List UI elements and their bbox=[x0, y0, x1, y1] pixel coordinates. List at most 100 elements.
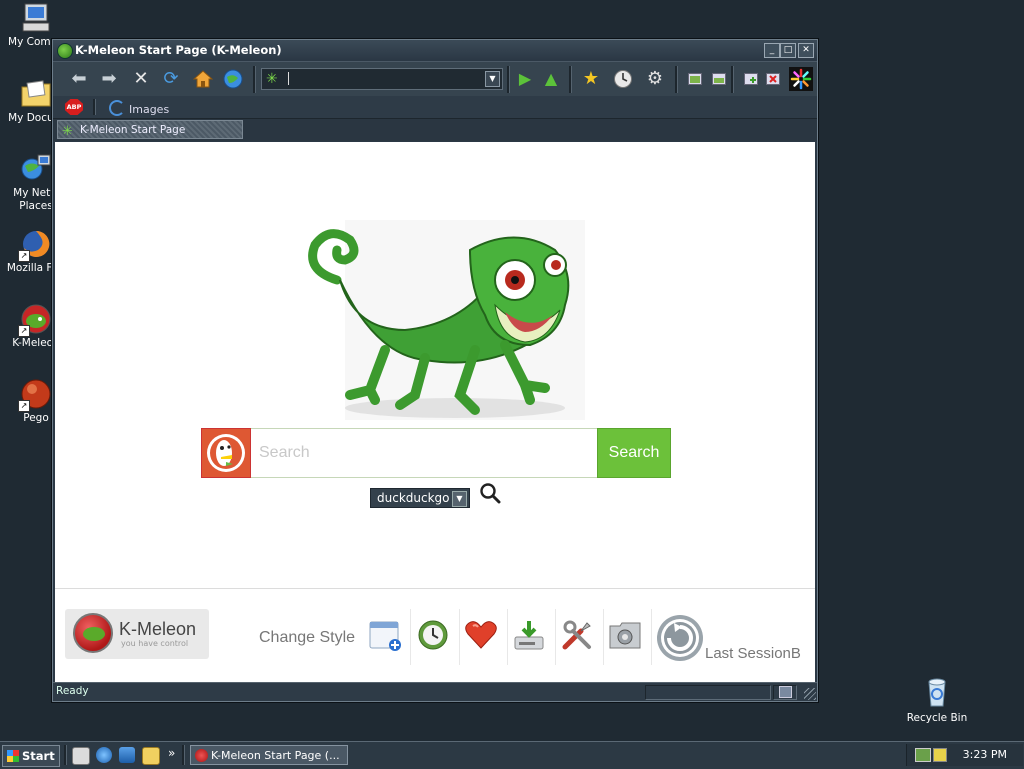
images-link-label: Images bbox=[129, 103, 170, 116]
windows-logo-icon bbox=[7, 750, 19, 762]
clock[interactable]: 3:23 PM bbox=[963, 748, 1007, 761]
footer-separator bbox=[459, 609, 460, 665]
task-title: K-Meleon Start Page (... bbox=[211, 749, 340, 762]
stop-button[interactable]: ✕ bbox=[129, 67, 153, 91]
toolbar-separator bbox=[253, 66, 256, 93]
new-tab-button[interactable] bbox=[707, 67, 731, 91]
search-input[interactable] bbox=[251, 428, 599, 478]
url-bar[interactable]: ✳ ▼ bbox=[261, 68, 503, 90]
maximize-button[interactable]: □ bbox=[780, 43, 796, 58]
toolbar-separator bbox=[731, 66, 734, 93]
kmeleon-task-icon bbox=[195, 749, 208, 762]
throbber-starburst-icon bbox=[790, 68, 812, 90]
resize-grip-icon[interactable] bbox=[804, 688, 816, 700]
footer-separator bbox=[603, 609, 604, 665]
go-button[interactable]: ▶ bbox=[513, 67, 537, 91]
preferences-button[interactable]: ⚙ bbox=[643, 67, 667, 91]
desktop-icon-label: Recycle Bin bbox=[906, 712, 968, 724]
history-button[interactable] bbox=[611, 67, 635, 91]
title-bar[interactable]: K-Meleon Start Page (K-Meleon) _ □ ✕ bbox=[53, 40, 817, 60]
back-button[interactable]: ⬅ bbox=[67, 67, 91, 91]
bookmarks-button[interactable]: ★ bbox=[579, 67, 603, 91]
link-bar-separator bbox=[93, 99, 96, 115]
close-tab-button[interactable] bbox=[761, 67, 785, 91]
new-window-shortcut-icon[interactable] bbox=[367, 617, 403, 653]
kmeleon-brand-logo: K-Meleon you have control bbox=[65, 609, 209, 659]
chameleon-mascot-image bbox=[308, 220, 585, 420]
taskbar: Start » K-Meleon Start Page (... 3:23 PM bbox=[0, 741, 1024, 769]
outlook-express-icon[interactable] bbox=[119, 747, 135, 763]
footer-separator bbox=[410, 609, 411, 665]
network-tray-icon[interactable] bbox=[915, 748, 931, 762]
adblock-plus-button[interactable]: ABP bbox=[65, 99, 83, 115]
homepage-globe-button[interactable] bbox=[221, 67, 245, 91]
security-tray-icon[interactable] bbox=[933, 748, 947, 762]
system-tray: 3:23 PM bbox=[906, 744, 1023, 766]
status-bar: Ready bbox=[53, 682, 817, 701]
change-style-link[interactable]: Change Style bbox=[259, 629, 355, 647]
search-files-icon[interactable] bbox=[142, 747, 160, 765]
quicklaunch-overflow-button[interactable]: » bbox=[168, 746, 175, 760]
window-icon bbox=[688, 73, 702, 85]
toolbar-separator bbox=[507, 66, 510, 93]
start-label: Start bbox=[22, 749, 55, 763]
tab-window-icon bbox=[712, 73, 726, 85]
search-button[interactable]: Search bbox=[597, 428, 671, 478]
browser-window: K-Meleon Start Page (K-Meleon) _ □ ✕ ⬅ ➡… bbox=[52, 39, 818, 702]
start-button[interactable]: Start bbox=[2, 745, 60, 767]
desktop-icon-recycle-bin[interactable]: Recycle Bin bbox=[902, 676, 972, 724]
new-window-button[interactable] bbox=[683, 67, 707, 91]
show-desktop-icon[interactable] bbox=[72, 747, 90, 765]
up-level-button[interactable]: ▲ bbox=[539, 67, 563, 91]
reload-button[interactable]: ⟳ bbox=[159, 67, 183, 91]
taskbar-separator bbox=[64, 745, 67, 765]
tab-bar: ✳ K-Meleon Start Page bbox=[53, 119, 817, 141]
window-plus-icon bbox=[744, 73, 758, 85]
minimize-button[interactable]: _ bbox=[764, 43, 780, 58]
internet-explorer-icon[interactable] bbox=[96, 747, 112, 763]
close-window-button[interactable]: ✕ bbox=[798, 43, 814, 58]
window-title: K-Meleon Start Page (K-Meleon) bbox=[75, 43, 282, 57]
url-history-dropdown-button[interactable]: ▼ bbox=[485, 71, 500, 87]
images-link[interactable]: Images bbox=[109, 100, 169, 116]
status-pane bbox=[645, 685, 771, 700]
history-shortcut-icon[interactable] bbox=[415, 617, 451, 653]
recycle-bin-icon bbox=[921, 676, 953, 708]
navigation-toolbar: ⬅ ➡ ✕ ⟳ ✳ ▼ ▶ ▲ ★ ⚙ bbox=[53, 61, 817, 97]
popup-blocker-icon[interactable] bbox=[779, 686, 792, 698]
duplicate-tab-button[interactable] bbox=[739, 67, 763, 91]
text-cursor bbox=[288, 72, 289, 85]
clock-icon bbox=[614, 70, 632, 88]
shortcut-arrow-icon: ↗ bbox=[18, 250, 30, 262]
kmeleon-ball-icon bbox=[73, 613, 113, 653]
computer-icon bbox=[20, 2, 52, 34]
last-session-link[interactable]: Last SessionB bbox=[705, 645, 801, 662]
home-icon bbox=[192, 70, 214, 88]
settings-folder-shortcut-icon[interactable] bbox=[607, 617, 643, 653]
tab-kmeleon-start-page[interactable]: ✳ K-Meleon Start Page bbox=[57, 120, 243, 139]
last-session-restore-icon[interactable] bbox=[655, 613, 705, 663]
loading-throbber-icon: ✳ bbox=[266, 71, 278, 87]
brand-name: K-Meleon bbox=[119, 619, 197, 639]
firefox-icon: ↗ bbox=[18, 228, 52, 262]
start-page-footer: K-Meleon you have control Change Style L… bbox=[55, 589, 815, 688]
taskbar-kmeleon-window[interactable]: K-Meleon Start Page (... bbox=[190, 745, 348, 765]
magnifier-icon[interactable] bbox=[479, 482, 501, 504]
network-places-icon bbox=[20, 153, 52, 185]
documents-folder-icon bbox=[20, 78, 52, 110]
downloads-shortcut-icon[interactable] bbox=[511, 617, 547, 653]
tools-shortcut-icon[interactable] bbox=[559, 617, 595, 653]
footer-separator bbox=[507, 609, 508, 665]
globe-icon bbox=[223, 69, 243, 89]
forward-button[interactable]: ➡ bbox=[97, 67, 121, 91]
home-button[interactable] bbox=[191, 67, 215, 91]
kmeleon-icon: ↗ bbox=[18, 303, 52, 337]
search-engine-select[interactable]: duckduckgo ▼ bbox=[370, 488, 470, 508]
shortcut-arrow-icon: ↗ bbox=[18, 325, 30, 337]
favorites-shortcut-icon[interactable] bbox=[463, 617, 499, 653]
duckduckgo-logo-icon bbox=[201, 428, 251, 478]
window-close-icon bbox=[766, 73, 780, 85]
kmeleon-throbber-button[interactable] bbox=[789, 67, 813, 91]
toolbar-separator bbox=[569, 66, 572, 93]
footer-separator bbox=[651, 609, 652, 665]
